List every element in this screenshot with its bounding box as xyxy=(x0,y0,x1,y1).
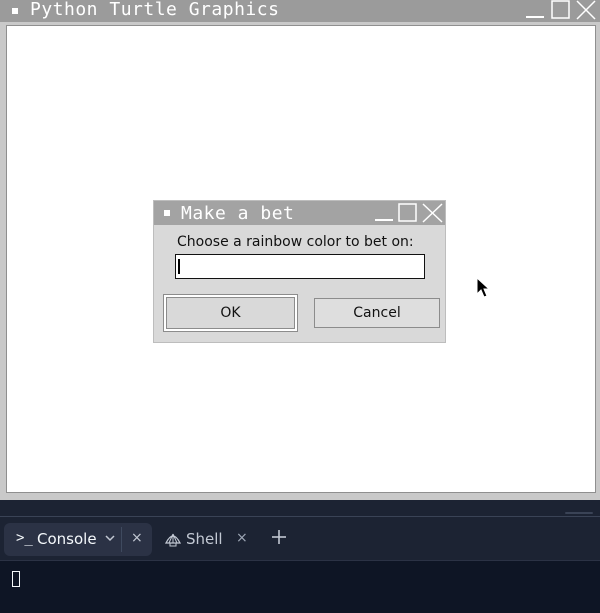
dialog-maximize-icon[interactable] xyxy=(398,203,420,223)
dialog-titlebar[interactable]: Make a bet xyxy=(154,201,445,225)
dialog-minimize-icon[interactable] xyxy=(374,203,396,223)
bet-input[interactable] xyxy=(175,254,425,279)
mouse-pointer-icon xyxy=(476,277,490,298)
minimize-icon[interactable] xyxy=(524,0,546,20)
ok-button[interactable]: OK xyxy=(163,294,298,332)
cancel-button[interactable]: Cancel xyxy=(314,298,440,328)
panel-divider xyxy=(0,516,600,517)
chevron-down-icon[interactable] xyxy=(104,532,116,544)
tab-shell-label: Shell xyxy=(186,530,223,548)
tab-shell[interactable]: Shell × xyxy=(160,523,260,556)
bet-dialog: Make a bet Choose a rainbow color to bet… xyxy=(153,200,446,343)
bottom-panel: >_ Console × Shell × xyxy=(0,500,600,613)
terminal-prompt-icon: >_ xyxy=(16,530,33,546)
panel-resize-handle[interactable] xyxy=(565,512,593,514)
close-shell-tab-icon[interactable]: × xyxy=(236,530,248,546)
window-title: Python Turtle Graphics xyxy=(30,0,280,20)
dialog-menu-icon[interactable] xyxy=(164,210,170,216)
dialog-close-icon[interactable] xyxy=(422,203,444,223)
close-console-tab-icon[interactable]: × xyxy=(131,530,143,546)
dialog-title: Make a bet xyxy=(181,203,295,224)
panel-tabbar: >_ Console × Shell × xyxy=(0,518,600,560)
turtle-titlebar[interactable]: Python Turtle Graphics xyxy=(0,0,600,22)
shell-icon xyxy=(164,533,182,547)
text-caret xyxy=(178,259,180,274)
add-tab-icon[interactable] xyxy=(270,528,288,546)
tab-console[interactable]: >_ Console × xyxy=(4,523,152,556)
terminal-cursor xyxy=(12,571,20,587)
close-icon[interactable] xyxy=(575,0,597,20)
window-menu-icon[interactable] xyxy=(12,8,18,14)
maximize-icon[interactable] xyxy=(550,0,572,20)
dialog-prompt: Choose a rainbow color to bet on: xyxy=(177,234,414,250)
tab-separator xyxy=(121,527,122,552)
tab-console-label: Console xyxy=(37,530,97,548)
console-output[interactable] xyxy=(0,560,600,613)
